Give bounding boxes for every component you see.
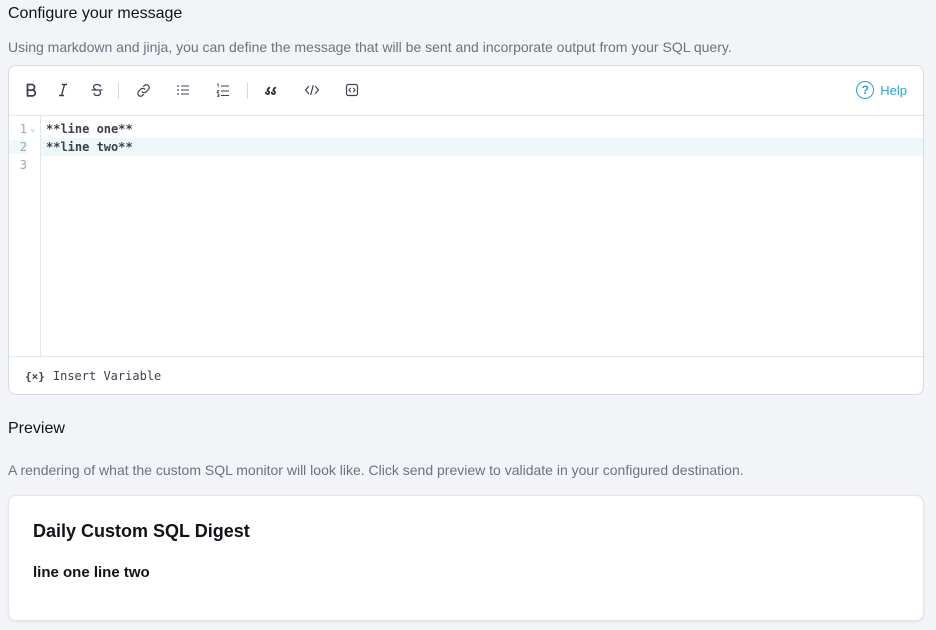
message-section-title: Configure your message: [8, 5, 183, 22]
toolbar-divider: [118, 82, 119, 99]
help-icon: ?: [856, 81, 875, 99]
numbered-list-icon: [216, 83, 229, 97]
code-icon: [304, 84, 320, 96]
preview-section-title: Preview: [8, 420, 65, 437]
quote-icon: [265, 86, 277, 95]
line-number: 3: [19, 158, 27, 172]
message-section-description: Using markdown and jinja, you can define…: [8, 39, 732, 55]
variable-icon: {×}: [25, 369, 45, 383]
line-number: 1: [19, 122, 27, 136]
preview-section-description: A rendering of what the custom SQL monit…: [8, 462, 744, 478]
insert-variable-button[interactable]: {×} Insert Variable: [25, 369, 161, 383]
bold-icon: [26, 83, 37, 97]
code-block-button[interactable]: [340, 78, 364, 102]
fold-chevron-icon[interactable]: ⌄: [30, 124, 35, 134]
editor-toolbar: ? Help: [9, 66, 923, 116]
strikethrough-button[interactable]: [85, 78, 109, 102]
insert-variable-label: Insert Variable: [52, 369, 162, 383]
quote-button[interactable]: [259, 78, 283, 102]
code-editor[interactable]: **line one** **line two** 1 ⌄ 2 3: [9, 116, 923, 356]
toolbar-divider: [247, 82, 248, 99]
help-button[interactable]: ? Help: [856, 80, 907, 100]
help-label: Help: [880, 82, 907, 98]
numbered-list-button[interactable]: [211, 78, 235, 102]
line-number: 2: [9, 140, 27, 154]
preview-card-title: Daily Custom SQL Digest: [33, 521, 250, 541]
bold-button[interactable]: [19, 78, 43, 102]
code-line-active[interactable]: **line two**: [41, 138, 923, 156]
italic-icon: [59, 83, 67, 97]
code-button[interactable]: [300, 78, 324, 102]
italic-button[interactable]: [51, 78, 75, 102]
link-icon: [136, 83, 150, 97]
preview-card-body: line one line two: [33, 564, 150, 581]
link-button[interactable]: [131, 78, 155, 102]
preview-card: Daily Custom SQL Digest line one line tw…: [8, 495, 924, 621]
code-line[interactable]: **line one**: [41, 120, 923, 138]
bullet-list-icon: [177, 85, 189, 95]
editor-footer: {×} Insert Variable: [9, 356, 923, 394]
code-block-icon: [345, 83, 359, 97]
code-line[interactable]: [41, 156, 923, 174]
markdown-editor: ? Help **line one** **line two** 1 ⌄ 2 3…: [8, 65, 924, 395]
bullet-list-button[interactable]: [171, 78, 195, 102]
strikethrough-icon: [91, 83, 103, 97]
